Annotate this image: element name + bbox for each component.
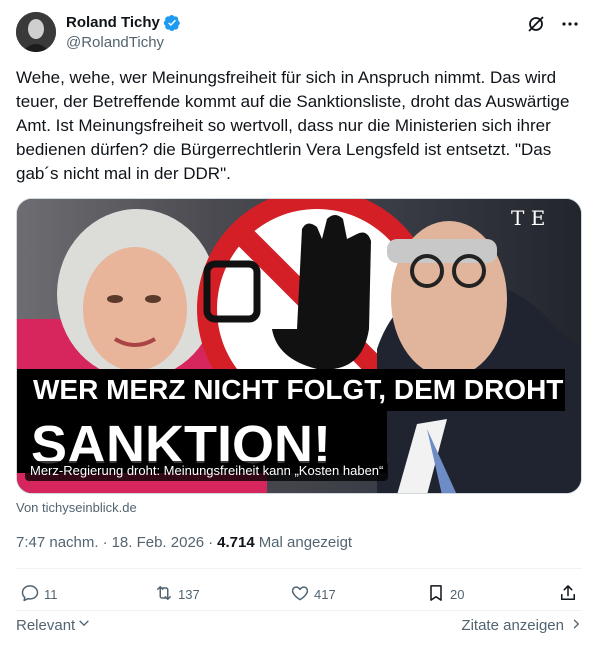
card-headline-1: WER MERZ NICHT FOLGT, DEM DROHT	[33, 374, 563, 405]
meta-separator: ·	[102, 534, 108, 551]
reply-icon	[20, 583, 40, 606]
bookmark-icon	[426, 583, 446, 606]
like-count: 417	[314, 586, 336, 602]
view-quotes-link[interactable]: Zitate anzeigen	[461, 616, 582, 636]
author-names: Roland Tichy @RolandTichy	[66, 13, 181, 53]
chevron-right-icon	[570, 616, 582, 636]
meta-separator: ·	[208, 534, 214, 551]
views-label: Mal angezeigt	[258, 534, 353, 551]
author-display-name[interactable]: Roland Tichy	[66, 13, 181, 33]
card-source[interactable]: Von tichyseinblick.de	[16, 500, 137, 516]
sort-dropdown[interactable]: Relevant	[16, 616, 91, 636]
avatar[interactable]	[16, 12, 56, 52]
replies-footer: Relevant Zitate anzeigen	[16, 616, 582, 636]
tweet-detail: Roland Tichy @RolandTichy Wehe, wehe, we…	[0, 0, 593, 647]
author-handle[interactable]: @RolandTichy	[66, 33, 181, 53]
divider	[16, 610, 582, 611]
tweet-header: Roland Tichy @RolandTichy	[16, 12, 580, 54]
tweet-date[interactable]: 18. Feb. 2026	[112, 533, 205, 553]
reply-count: 11	[44, 586, 58, 602]
grok-icon[interactable]	[526, 14, 546, 34]
divider	[16, 568, 582, 569]
bookmark-button[interactable]: 20	[426, 580, 464, 608]
tweet-meta: 7:47 nachm. · 18. Feb. 2026 · 4.714 Mal …	[16, 533, 352, 553]
repost-count: 137	[178, 586, 200, 602]
display-name-text[interactable]: Roland Tichy	[66, 13, 160, 33]
tweet-text: Wehe, wehe, wer Meinungsfreiheit für sic…	[16, 68, 570, 183]
repost-button[interactable]: 137	[154, 580, 200, 608]
card-image: T E WER MERZ NICHT FOLGT, DEM DROHT SANK…	[17, 199, 581, 493]
share-button[interactable]	[558, 580, 578, 608]
tweet-time[interactable]: 7:47 nachm.	[16, 533, 99, 553]
more-options-icon[interactable]	[560, 14, 580, 34]
action-bar: 11 137 417 20	[16, 580, 582, 608]
header-actions	[526, 14, 580, 34]
repost-icon	[154, 583, 174, 606]
verified-badge-icon	[163, 14, 181, 32]
card-logo: T E	[511, 206, 545, 230]
views-count: 4.714	[217, 534, 255, 551]
quotes-label: Zitate anzeigen	[461, 617, 564, 634]
reply-button[interactable]: 11	[20, 580, 58, 608]
chevron-down-icon	[77, 616, 91, 636]
share-icon	[558, 583, 578, 606]
heart-icon	[290, 583, 310, 606]
like-button[interactable]: 417	[290, 580, 336, 608]
card-caption: Merz-Regierung droht: Meinungsfreiheit k…	[25, 461, 389, 481]
bookmark-count: 20	[450, 586, 465, 602]
link-card[interactable]: T E WER MERZ NICHT FOLGT, DEM DROHT SANK…	[16, 198, 582, 494]
sort-label: Relevant	[16, 617, 76, 634]
